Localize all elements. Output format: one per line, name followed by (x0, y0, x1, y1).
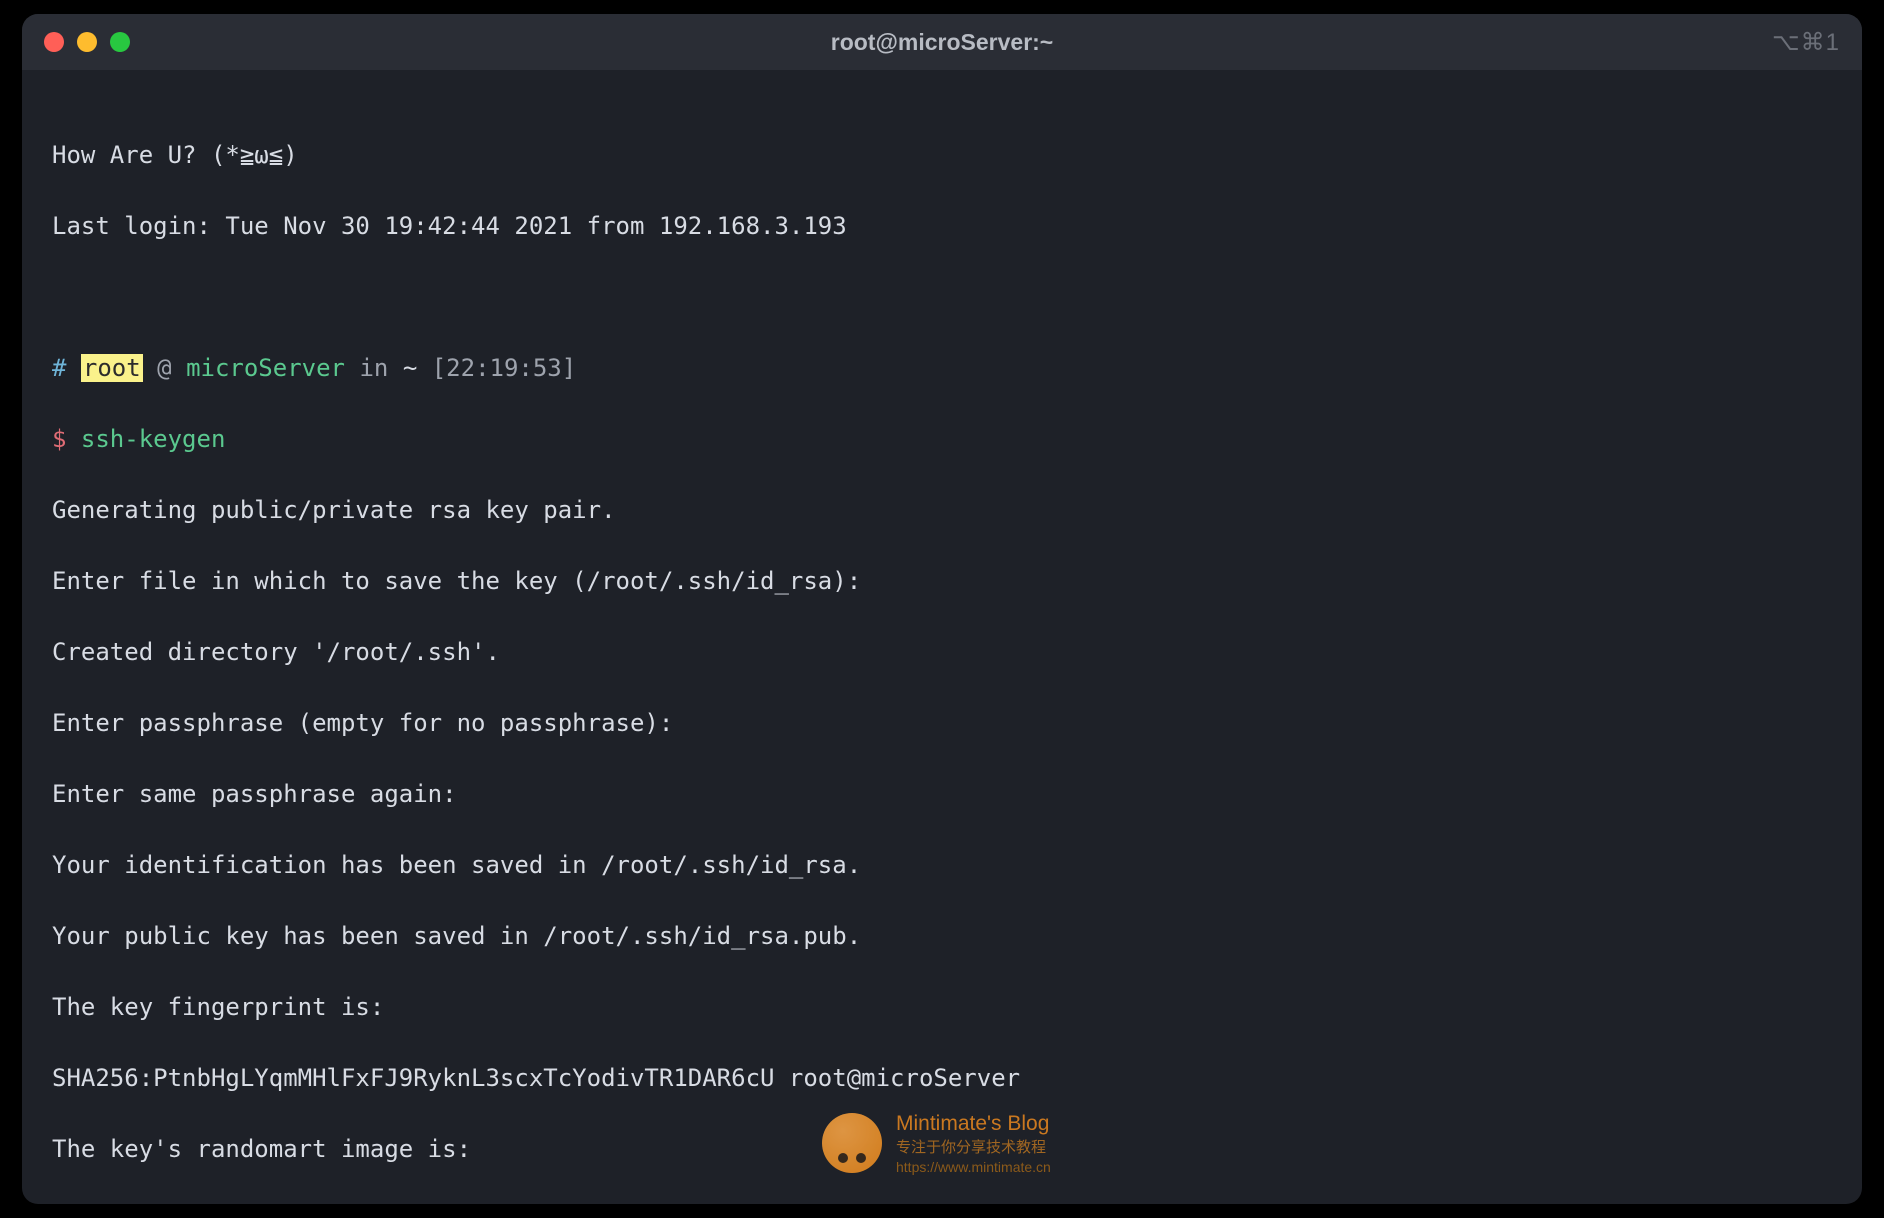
watermark-title: Mintimate's Blog (896, 1108, 1051, 1139)
output-line: Your identification has been saved in /r… (52, 848, 1832, 884)
titlebar: root@microServer:~ ⌥⌘1 (22, 14, 1862, 70)
watermark-text: Mintimate's Blog 专注于你分享技术教程 https://www.… (896, 1108, 1051, 1178)
prompt-host: microServer (186, 354, 345, 382)
output-line: Created directory '/root/.ssh'. (52, 635, 1832, 671)
last-login-line: Last login: Tue Nov 30 19:42:44 2021 fro… (52, 209, 1832, 245)
watermark-logo-icon (822, 1113, 882, 1173)
command-line-1: $ ssh-keygen (52, 422, 1832, 458)
window-title: root@microServer:~ (831, 29, 1053, 56)
output-line: Enter passphrase (empty for no passphras… (52, 706, 1832, 742)
command-text: ssh-keygen (66, 425, 225, 453)
output-line: Your public key has been saved in /root/… (52, 919, 1832, 955)
watermark-url: https://www.mintimate.cn (896, 1157, 1051, 1178)
prompt-user: root (81, 354, 143, 382)
prompt-in: in (345, 354, 403, 382)
prompt-path: ~ (403, 354, 417, 382)
watermark: Mintimate's Blog 专注于你分享技术教程 https://www.… (822, 1108, 1051, 1178)
output-line: Generating public/private rsa key pair. (52, 493, 1832, 529)
watermark-subtitle: 专注于你分享技术教程 (896, 1139, 1051, 1157)
tab-shortcut: ⌥⌘1 (1772, 28, 1840, 57)
terminal-window: root@microServer:~ ⌥⌘1 How Are U? (*≧ω≦)… (22, 14, 1862, 1204)
output-line: SHA256:PtnbHgLYqmMHlFxFJ9RyknL3scxTcYodi… (52, 1061, 1832, 1097)
output-line: Enter file in which to save the key (/ro… (52, 564, 1832, 600)
prompt-line-1: # root @ microServer in ~ [22:19:53] (52, 351, 1832, 387)
blank-line (52, 280, 1832, 316)
traffic-lights (44, 32, 130, 52)
prompt-dollar: $ (52, 425, 66, 453)
randomart-line: +---[RSA 2048]----+ (52, 1203, 1832, 1204)
minimize-button[interactable] (77, 32, 97, 52)
output-line: The key fingerprint is: (52, 990, 1832, 1026)
prompt-hash: # (52, 354, 66, 382)
terminal-body[interactable]: How Are U? (*≧ω≦) Last login: Tue Nov 30… (22, 70, 1862, 1204)
motd-line: How Are U? (*≧ω≦) (52, 138, 1832, 174)
prompt-at: @ (143, 354, 186, 382)
output-line: Enter same passphrase again: (52, 777, 1832, 813)
prompt-time: [22:19:53] (417, 354, 576, 382)
close-button[interactable] (44, 32, 64, 52)
maximize-button[interactable] (110, 32, 130, 52)
